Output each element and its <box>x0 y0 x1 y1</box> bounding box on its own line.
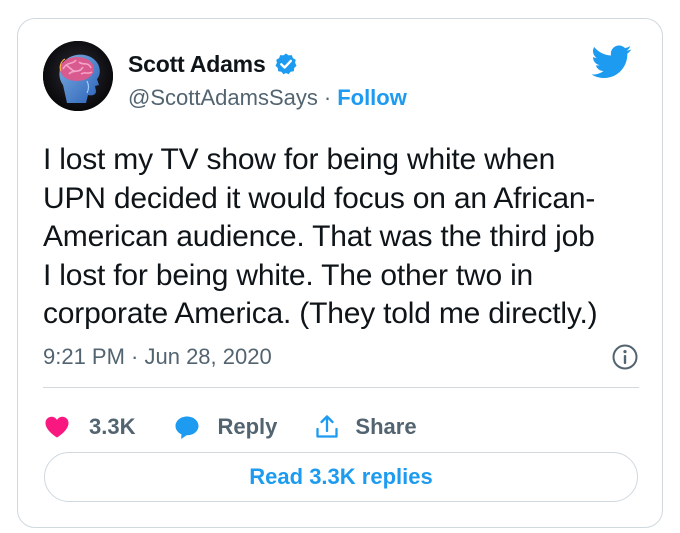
share-upload-icon <box>316 415 339 438</box>
author-display-name[interactable]: Scott Adams <box>128 51 266 78</box>
tweet-timestamp[interactable]: 9:21 PM · Jun 28, 2020 <box>43 344 272 370</box>
share-button[interactable]: Share <box>313 413 417 441</box>
follow-link[interactable]: Follow <box>337 85 407 111</box>
reply-label: Reply <box>217 414 278 439</box>
heart-icon <box>45 416 69 438</box>
action-bar: 3.3K Reply Share <box>43 405 417 449</box>
like-button[interactable]: 3.3K <box>43 413 135 441</box>
author-handle-row: @ScottAdamsSays · Follow <box>128 83 407 113</box>
tweet-text-line: corporate America. (They told me directl… <box>43 297 598 330</box>
share-label: Share <box>355 414 417 439</box>
like-count: 3.3K <box>89 414 136 439</box>
read-replies-button[interactable]: Read 3.3K replies <box>44 452 638 502</box>
twitter-bird-icon[interactable] <box>592 45 632 79</box>
tweet-text-line: I lost my TV show for being white when <box>43 143 556 176</box>
tweet-text-line: I lost for being white. The other two in <box>43 258 534 292</box>
info-icon[interactable] <box>611 343 639 371</box>
tweet-text-line: UPN decided it would focus on an African… <box>43 181 596 215</box>
reply-button[interactable]: Reply <box>173 413 277 441</box>
author-handle[interactable]: @ScottAdamsSays <box>128 85 318 111</box>
author-name-row: Scott Adams <box>128 49 298 79</box>
tweet-text-line: American audience. That was the third jo… <box>43 220 595 253</box>
brain-profile-avatar-image <box>43 41 113 111</box>
speech-bubble-icon <box>175 416 199 439</box>
tweet-card: Scott Adams @ScottAdamsSays · Follow I l… <box>17 18 663 528</box>
tweet-meta-row: 9:21 PM · Jun 28, 2020 <box>43 341 639 373</box>
avatar[interactable] <box>43 41 113 111</box>
divider <box>43 387 639 388</box>
tweet-text: I lost my TV show for being white when U… <box>43 141 643 334</box>
handle-separator: · <box>323 85 332 110</box>
verified-badge-icon <box>275 53 297 75</box>
